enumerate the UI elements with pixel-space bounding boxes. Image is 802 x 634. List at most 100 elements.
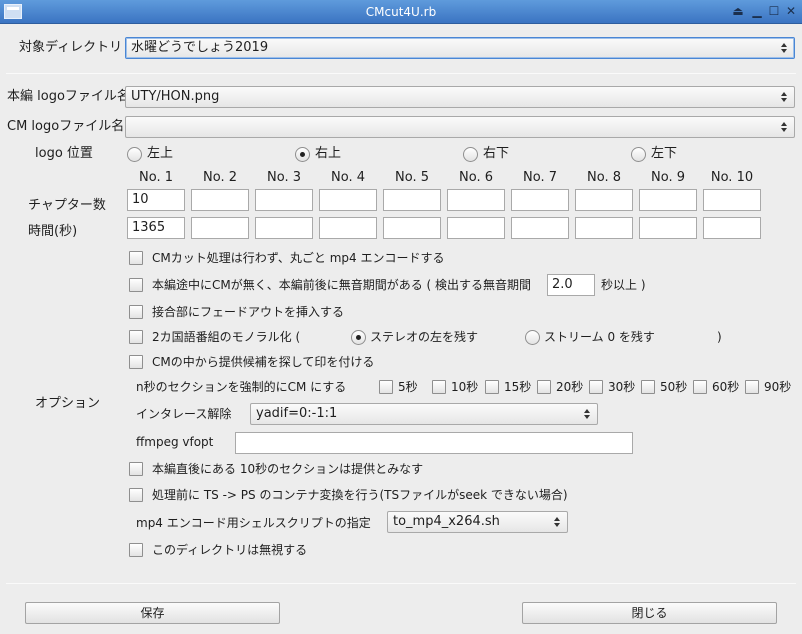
force-90s-label: 90秒 <box>764 380 792 394</box>
main-logo-value: UTY/HON.png <box>131 89 220 104</box>
radio-bottom-left[interactable] <box>631 147 646 162</box>
encode-script-value: to_mp4_x264.sh <box>393 514 500 529</box>
updown-arrow-icon <box>584 404 591 424</box>
updown-arrow-icon <box>781 38 788 58</box>
radio-stream-zero[interactable] <box>525 330 540 345</box>
chapter-header: No. 10 <box>710 170 754 185</box>
window-menu-icon[interactable] <box>4 4 22 19</box>
close-icon[interactable]: ✕ <box>783 3 799 20</box>
vfopt-field[interactable] <box>235 432 633 454</box>
chapter-time-field[interactable] <box>255 217 313 239</box>
chapter-count-field[interactable] <box>319 189 377 211</box>
silence-checkbox[interactable] <box>129 278 143 292</box>
chapter-count-field[interactable] <box>383 189 441 211</box>
radio-bottom-right-label: 右下 <box>483 146 510 161</box>
force-50s-checkbox[interactable] <box>641 380 655 394</box>
chapter-time-field[interactable] <box>383 217 441 239</box>
force-20s-checkbox[interactable] <box>537 380 551 394</box>
chapter-time-field[interactable] <box>447 217 505 239</box>
shade-icon[interactable]: ⏏ <box>730 3 746 20</box>
separator <box>6 73 796 74</box>
chapter-time-field[interactable] <box>191 217 249 239</box>
radio-top-right[interactable] <box>295 147 310 162</box>
chapter-count-field[interactable] <box>255 189 313 211</box>
radio-stream-zero-label: ストリーム 0 を残す <box>544 330 655 344</box>
force-10s-checkbox[interactable] <box>432 380 446 394</box>
chapter-time-field[interactable]: 1365 <box>127 217 185 239</box>
chapter-header: No. 3 <box>267 170 301 185</box>
force-5s-label: 5秒 <box>398 380 418 394</box>
chapter-count-field[interactable] <box>191 189 249 211</box>
chapter-time-label: 時間(秒) <box>28 224 78 239</box>
force-cm-label: n秒のセクションを強制的にCM にする <box>136 380 347 394</box>
force-30s-checkbox[interactable] <box>589 380 603 394</box>
force-60s-label: 60秒 <box>712 380 740 394</box>
ts-to-ps-checkbox[interactable] <box>129 488 143 502</box>
radio-bottom-left-label: 左下 <box>651 146 678 161</box>
ignore-dir-label: このディレクトリは無視する <box>152 543 308 557</box>
deinterlace-select[interactable]: yadif=0:-1:1 <box>250 403 598 425</box>
main-logo-label: 本編 logoファイル名 <box>7 89 130 104</box>
chapter-count-field[interactable] <box>639 189 697 211</box>
chapter-header: No. 5 <box>395 170 429 185</box>
force-10s-label: 10秒 <box>451 380 479 394</box>
silence-label: 本編途中にCMが無く、本編前後に無音期間がある ( 検出する無音期間 <box>152 278 532 292</box>
no-cut-checkbox[interactable] <box>129 251 143 265</box>
fade-checkbox[interactable] <box>129 305 143 319</box>
save-button[interactable]: 保存 <box>25 602 280 624</box>
chapter-count-field[interactable]: 10 <box>127 189 185 211</box>
deinterlace-label: インタレース解除 <box>136 407 232 421</box>
title-bar[interactable]: CMcut4U.rb <box>0 0 802 24</box>
separator <box>6 583 796 584</box>
main-logo-select[interactable]: UTY/HON.png <box>125 86 795 108</box>
sponsor-10s-checkbox[interactable] <box>129 462 143 476</box>
chapter-count-field[interactable] <box>703 189 761 211</box>
dir-select[interactable]: 水曜どうでしょう2019 <box>125 37 795 59</box>
chapter-count-field[interactable] <box>447 189 505 211</box>
radio-top-right-label: 右上 <box>315 146 342 161</box>
chapter-time-field[interactable] <box>511 217 569 239</box>
encode-script-select[interactable]: to_mp4_x264.sh <box>387 511 568 533</box>
chapter-time-field[interactable] <box>703 217 761 239</box>
maximize-icon[interactable]: ☐ <box>766 3 782 20</box>
chapter-time-field[interactable] <box>639 217 697 239</box>
updown-arrow-icon <box>554 512 561 532</box>
updown-arrow-icon <box>781 117 788 137</box>
force-60s-checkbox[interactable] <box>693 380 707 394</box>
radio-top-left-label: 左上 <box>147 146 174 161</box>
ts-to-ps-label: 処理前に TS -> PS のコンテナ変換を行う(TSファイルがseek できな… <box>152 488 568 502</box>
chapter-header: No. 7 <box>523 170 557 185</box>
cm-logo-select[interactable] <box>125 116 795 138</box>
force-30s-label: 30秒 <box>608 380 636 394</box>
force-50s-label: 50秒 <box>660 380 688 394</box>
chapter-time-field[interactable] <box>575 217 633 239</box>
close-button[interactable]: 閉じる <box>522 602 777 624</box>
minimize-icon[interactable]: ▁ <box>749 3 765 20</box>
no-cut-label: CMカット処理は行わず、丸ごと mp4 エンコードする <box>152 251 445 265</box>
mark-sponsor-checkbox[interactable] <box>129 355 143 369</box>
force-20s-label: 20秒 <box>556 380 584 394</box>
force-15s-checkbox[interactable] <box>485 380 499 394</box>
chapter-time-field[interactable] <box>319 217 377 239</box>
radio-bottom-right[interactable] <box>463 147 478 162</box>
silence-seconds-field[interactable]: 2.0 <box>547 274 595 296</box>
radio-top-left[interactable] <box>127 147 142 162</box>
chapter-header: No. 4 <box>331 170 365 185</box>
mark-sponsor-label: CMの中から提供候補を探して印を付ける <box>152 355 375 369</box>
force-5s-checkbox[interactable] <box>379 380 393 394</box>
force-90s-checkbox[interactable] <box>745 380 759 394</box>
options-label: オプション <box>35 396 101 411</box>
chapter-count-field[interactable] <box>575 189 633 211</box>
encode-script-label: mp4 エンコード用シェルスクリプトの指定 <box>136 516 371 530</box>
ignore-dir-checkbox[interactable] <box>129 543 143 557</box>
updown-arrow-icon <box>781 87 788 107</box>
chapter-header: No. 8 <box>587 170 621 185</box>
fade-label: 接合部にフェードアウトを挿入する <box>152 305 345 319</box>
cm-logo-label: CM logoファイル名 <box>7 119 125 134</box>
silence-suffix-label: 秒以上 ) <box>601 278 646 292</box>
radio-stereo-left[interactable] <box>351 330 366 345</box>
chapter-count-field[interactable] <box>511 189 569 211</box>
chapter-header: No. 6 <box>459 170 493 185</box>
mono-close-paren: ) <box>717 330 722 344</box>
mono-checkbox[interactable] <box>129 330 143 344</box>
